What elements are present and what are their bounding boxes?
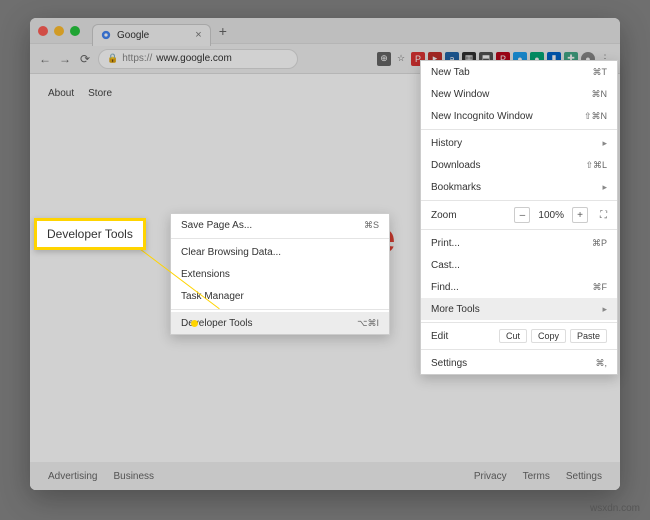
ext-icon[interactable]: ⊕ [377, 52, 391, 66]
about-link[interactable]: About [48, 88, 74, 99]
advertising-link[interactable]: Advertising [48, 471, 97, 482]
submenu-extensions[interactable]: Extensions [171, 263, 389, 285]
url-host: www.google.com [156, 53, 232, 64]
highlight-marker-icon [191, 320, 198, 327]
menu-find[interactable]: Find...⌘F [421, 276, 617, 298]
url-scheme: https:// [122, 53, 152, 64]
zoom-percent: 100% [538, 210, 564, 221]
menu-history[interactable]: History▸ [421, 132, 617, 154]
callout-label: Developer Tools [34, 218, 146, 250]
fullscreen-icon[interactable]: ⛶ [600, 210, 607, 221]
chrome-main-menu: New Tab⌘T New Window⌘N New Incognito Win… [420, 60, 618, 375]
menu-new-window[interactable]: New Window⌘N [421, 83, 617, 105]
new-tab-button[interactable]: + [219, 23, 227, 39]
menu-edit: Edit Cut Copy Paste [421, 325, 617, 347]
watermark: wsxdn.com [590, 503, 640, 514]
reload-button[interactable]: ⟳ [78, 52, 92, 66]
zoom-in-button[interactable]: + [572, 207, 588, 223]
menu-new-tab[interactable]: New Tab⌘T [421, 61, 617, 83]
zoom-window-button[interactable] [70, 26, 80, 36]
footer: Advertising Business Privacy Terms Setti… [30, 462, 620, 490]
submenu-arrow-icon: ▸ [602, 182, 607, 193]
menu-more-tools[interactable]: More Tools▸ [421, 298, 617, 320]
forward-button[interactable]: → [58, 52, 72, 66]
submenu-clear-data[interactable]: Clear Browsing Data... [171, 241, 389, 263]
address-bar[interactable]: 🔒 https:// www.google.com [98, 49, 298, 69]
close-tab-icon[interactable]: × [195, 29, 201, 41]
submenu-arrow-icon: ▸ [602, 138, 607, 149]
submenu-save-page[interactable]: Save Page As...⌘S [171, 214, 389, 236]
edit-cut-button[interactable]: Cut [499, 329, 527, 343]
menu-zoom: Zoom – 100% + ⛶ [421, 203, 617, 227]
more-tools-submenu: Save Page As...⌘S Clear Browsing Data...… [170, 213, 390, 335]
star-icon[interactable]: ☆ [394, 52, 408, 66]
google-favicon-icon [101, 30, 111, 40]
menu-downloads[interactable]: Downloads⇧⌘L [421, 154, 617, 176]
settings-link[interactable]: Settings [566, 471, 602, 482]
browser-tab[interactable]: Google × [92, 24, 211, 46]
top-links: About Store [48, 88, 112, 99]
privacy-link[interactable]: Privacy [474, 471, 507, 482]
back-button[interactable]: ← [38, 52, 52, 66]
menu-bookmarks[interactable]: Bookmarks▸ [421, 176, 617, 198]
business-link[interactable]: Business [113, 471, 154, 482]
menu-settings[interactable]: Settings⌘, [421, 352, 617, 374]
edit-paste-button[interactable]: Paste [570, 329, 607, 343]
submenu-arrow-icon: ▸ [602, 304, 607, 315]
minimize-window-button[interactable] [54, 26, 64, 36]
menu-new-incognito[interactable]: New Incognito Window⇧⌘N [421, 105, 617, 127]
submenu-developer-tools[interactable]: Developer Tools⌥⌘I [171, 312, 389, 334]
menu-print[interactable]: Print...⌘P [421, 232, 617, 254]
edit-copy-button[interactable]: Copy [531, 329, 566, 343]
terms-link[interactable]: Terms [523, 471, 550, 482]
store-link[interactable]: Store [88, 88, 112, 99]
close-window-button[interactable] [38, 26, 48, 36]
titlebar: Google × + [30, 18, 620, 44]
lock-icon: 🔒 [107, 53, 118, 64]
menu-cast[interactable]: Cast... [421, 254, 617, 276]
zoom-out-button[interactable]: – [514, 207, 530, 223]
window-controls [38, 26, 80, 36]
tab-title: Google [117, 30, 149, 41]
